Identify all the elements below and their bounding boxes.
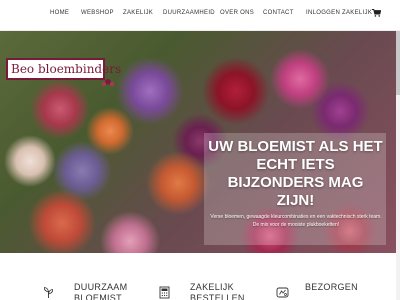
- nav-home[interactable]: HOME: [50, 10, 69, 16]
- logo[interactable]: Beo bloembinders: [6, 58, 121, 91]
- calculator-icon: [159, 286, 170, 299]
- hero-banner: Beo bloembinders UW BLOEMIST ALS HET ECH…: [0, 31, 400, 253]
- nav-inloggen-zakelijk[interactable]: INLOGGEN ZAKELIJK: [306, 10, 372, 16]
- hero-subtext: Verse bloemen, gewaagde kleurcombinaties…: [210, 214, 382, 228]
- nav-over-ons[interactable]: OVER ONS: [220, 10, 254, 16]
- nav-contact[interactable]: CONTACT: [263, 10, 294, 16]
- feature-strip: DUURZAAM BLOEMIST ZAKELIJK BESTELLEN BEZ…: [0, 253, 396, 300]
- feature-duurzaam-bloemist[interactable]: DUURZAAM BLOEMIST: [74, 282, 134, 300]
- nav-duurzaamheid[interactable]: DUURZAAMHEID: [163, 10, 215, 16]
- top-navigation-bar: HOME WEBSHOP ZAKELIJK DUURZAAMHEID OVER …: [0, 0, 400, 31]
- leaf-icon: [44, 287, 53, 298]
- hero-heading: UW BLOEMIST ALS HET ECHT IETS BIJZONDERS…: [208, 138, 383, 209]
- logo-text: Beo bloembinders: [11, 62, 122, 76]
- flower-icon: [101, 79, 115, 91]
- nav-webshop[interactable]: WEBSHOP: [81, 10, 114, 16]
- scrollbar-thumb[interactable]: [396, 31, 400, 95]
- feature-bezorgen[interactable]: BEZORGEN: [305, 282, 365, 293]
- delivery-icon: [276, 287, 289, 298]
- shopping-cart-icon[interactable]: [372, 9, 381, 17]
- nav-zakelijk[interactable]: ZAKELIJK: [123, 10, 153, 16]
- main-nav: HOME WEBSHOP ZAKELIJK DUURZAAMHEID OVER …: [0, 10, 400, 20]
- feature-zakelijk-bestellen[interactable]: ZAKELIJK BESTELLEN: [190, 282, 250, 300]
